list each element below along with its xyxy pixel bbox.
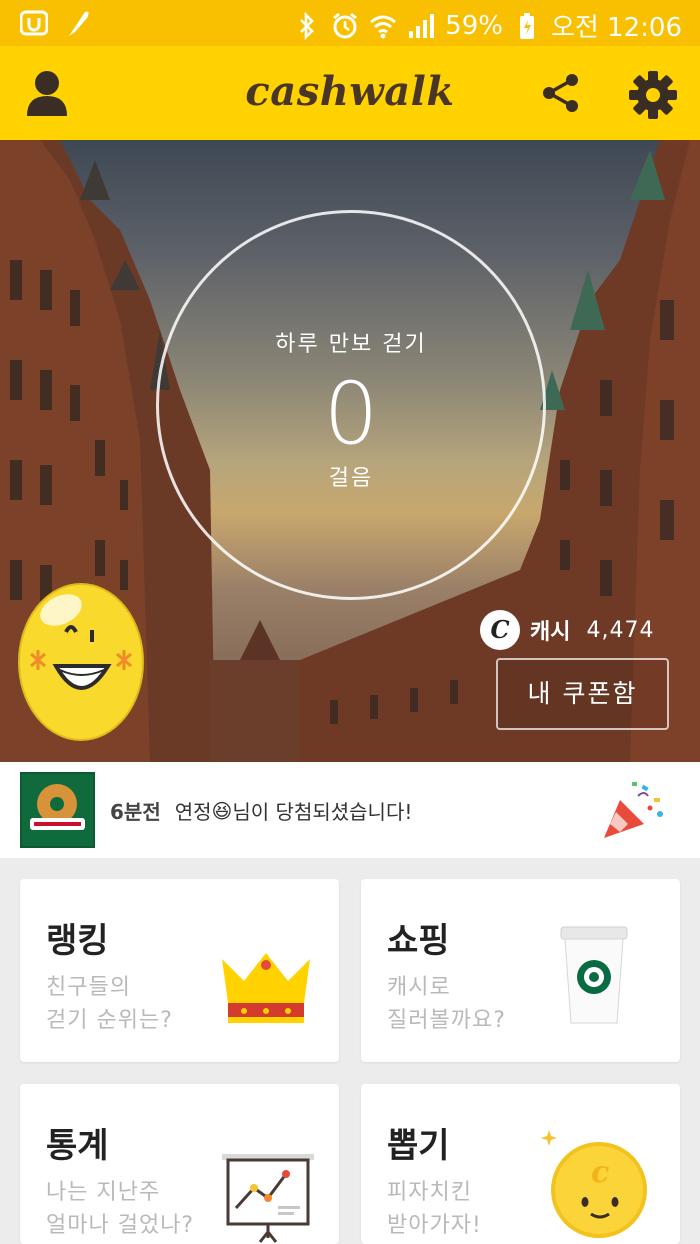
draw-title: 뽑기 [387,1126,450,1166]
feather-icon [64,8,92,38]
cash-amount: 4,474 [586,617,655,643]
draw-subtitle: 피자치킨 받아가자! [387,1180,482,1238]
step-goal-title: 하루 만보 걷기 [275,332,427,357]
shopping-title: 쇼핑 [387,921,450,961]
laughing-emoji-icon: 😆 [211,798,233,823]
winner-notice-banner[interactable]: 6분전 연정 😆 님이 당첨되셨습니다! [0,762,700,858]
step-count: 0 [323,364,379,464]
battery-charging-icon [513,11,541,41]
party-popper-icon [602,780,668,842]
app-u-icon [20,8,48,38]
status-bar: 59% 오전 12:06 [0,0,700,46]
notice-time: 6분전 [110,800,161,824]
cash-balance[interactable]: C 캐시 4,474 [480,610,654,650]
share-icon[interactable] [540,72,582,114]
notice-message: 님이 당첨되셨습니다! [232,800,413,824]
hero-background: 하루 만보 걷기 0 걸음 C 캐시 4,474 내 쿠폰함 [0,140,700,762]
shopping-card[interactable]: 쇼핑 캐시로 질러볼까요? [361,879,680,1062]
stats-title: 통계 [46,1126,109,1166]
step-unit: 걸음 [328,466,374,491]
coffee-cup-icon [559,923,631,1031]
my-coupon-button[interactable]: 내 쿠폰함 [496,658,669,730]
signal-icon [407,11,435,41]
krispy-kreme-donut-icon [20,772,95,848]
settings-gear-icon[interactable] [628,70,678,120]
ranking-card[interactable]: 랭킹 친구들의 걷기 순위는? [20,879,339,1062]
stats-card[interactable]: 통계 나는 지난주 얼마나 걸었나? [20,1084,339,1244]
egg-character-icon[interactable] [16,570,146,742]
draw-card[interactable]: 뽑기 피자치킨 받아가자! c [361,1084,680,1244]
shopping-subtitle: 캐시로 질러볼까요? [387,975,506,1033]
crown-icon [218,951,314,1033]
cash-label: 캐시 [530,620,571,645]
battery-percent: 59% [445,10,503,41]
coin-character-icon: c [537,1122,657,1244]
app-logo: cashwalk [245,68,455,115]
stats-subtitle: 나는 지난주 얼마나 걸었나? [46,1180,195,1238]
clock-time: 오전 12:06 [550,13,682,43]
svg-text:c: c [591,1155,609,1190]
wifi-icon [369,11,397,41]
alarm-icon [331,11,359,41]
bluetooth-icon [293,11,321,41]
ranking-title: 랭킹 [46,921,109,961]
app-bar: cashwalk [0,46,700,140]
ranking-subtitle: 친구들의 걷기 순위는? [46,975,173,1033]
cash-coin-icon: C [480,610,520,650]
chart-board-icon [220,1152,316,1244]
notice-name: 연정 [174,800,212,824]
